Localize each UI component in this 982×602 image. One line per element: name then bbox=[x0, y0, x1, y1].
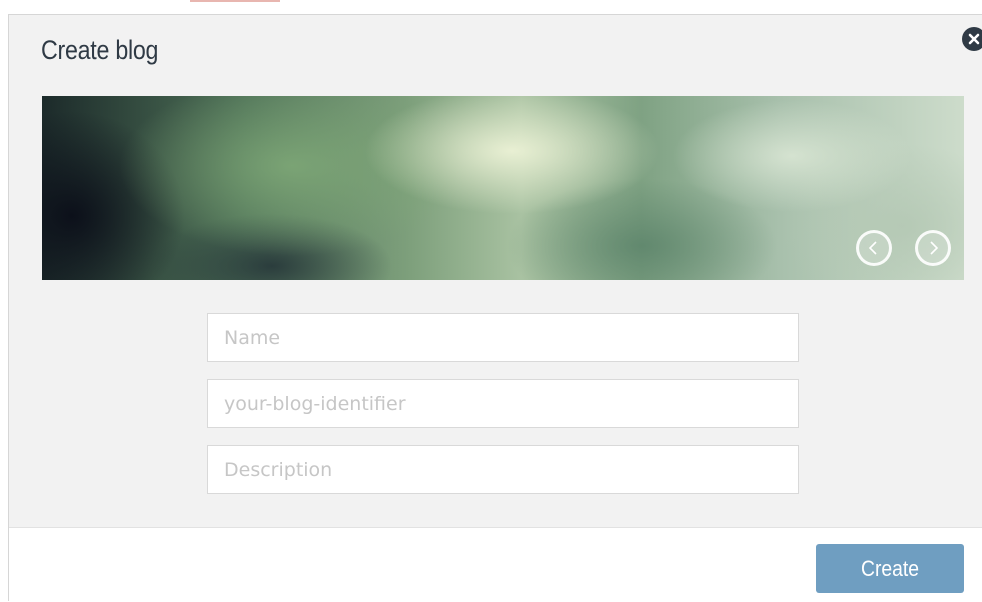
cover-image bbox=[42, 96, 964, 280]
blog-name-input[interactable] bbox=[207, 313, 799, 362]
create-blog-dialog: Create blog Create bbox=[8, 14, 982, 602]
blog-description-input[interactable] bbox=[207, 445, 799, 494]
chevron-right-icon bbox=[930, 241, 939, 255]
dialog-footer: Create bbox=[9, 527, 982, 602]
chevron-left-icon bbox=[868, 241, 877, 255]
dialog-title: Create blog bbox=[41, 35, 159, 65]
page-backdrop bbox=[0, 0, 982, 14]
backdrop-accent bbox=[190, 0, 280, 2]
cover-next-button[interactable] bbox=[915, 230, 951, 266]
cover-prev-button[interactable] bbox=[856, 230, 892, 266]
close-button[interactable] bbox=[962, 27, 982, 51]
create-button-label: Create bbox=[860, 555, 920, 581]
create-button[interactable]: Create bbox=[816, 544, 964, 593]
blog-identifier-input[interactable] bbox=[207, 379, 799, 428]
close-icon bbox=[968, 33, 980, 45]
